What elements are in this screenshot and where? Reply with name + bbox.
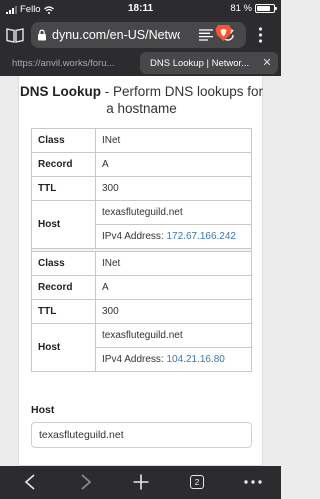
forward-button[interactable]: [76, 473, 96, 491]
value-cell: 300: [95, 299, 252, 324]
key-cell: Class: [31, 128, 96, 153]
value-cell: A: [95, 275, 252, 300]
address-field[interactable]: dynu.com/en-US/Netwo: [31, 22, 246, 48]
key-cell: TTL: [31, 299, 96, 324]
table-row: Host texasfluteguild.net: [31, 200, 252, 249]
key-cell: Host: [31, 200, 96, 249]
table-row: Record A: [31, 152, 252, 177]
forward-icon: [81, 474, 92, 490]
tabs-button[interactable]: 2: [187, 473, 207, 491]
more-horizontal-icon: [244, 480, 262, 484]
table-row: Record A: [31, 275, 252, 300]
url-bar: dynu.com/en-US/Netwo: [0, 20, 281, 50]
battery-icon: [255, 4, 277, 13]
tab-strip: https://anvil.works/foru... DNS Lookup |…: [0, 50, 281, 76]
host-input[interactable]: texasfluteguild.net: [31, 422, 252, 448]
key-cell: Host: [31, 323, 96, 372]
table-row: Class INet: [31, 251, 252, 276]
key-cell: Class: [31, 251, 96, 276]
tab-label: DNS Lookup | Networ...: [150, 57, 250, 69]
value-cell: A: [95, 152, 252, 177]
page-content: DNS Lookup - Perform DNS lookups for a h…: [18, 76, 263, 466]
page-title-rest: - Perform DNS lookups for a hostname: [100, 84, 264, 116]
page-title-bold: DNS Lookup: [19, 84, 101, 99]
table-row: Host texasfluteguild.net: [31, 323, 252, 372]
value-cell: INet: [95, 251, 252, 276]
back-button[interactable]: [20, 473, 40, 491]
back-icon: [24, 474, 35, 490]
value-cell: texasfluteguild.net: [95, 200, 252, 225]
ip-prefix: IPv4 Address:: [102, 354, 167, 365]
status-right: 81 %: [230, 3, 277, 14]
key-cell: Record: [31, 275, 96, 300]
battery-percent: 81 %: [230, 3, 252, 14]
value-cell: INet: [95, 128, 252, 153]
menu-button[interactable]: [243, 473, 263, 491]
ip-cell: IPv4 Address: 104.21.16.80: [95, 347, 252, 372]
url-text: dynu.com/en-US/Netwo: [52, 28, 180, 42]
ip-address: 104.21.16.80: [166, 354, 225, 365]
host-field-label: Host: [31, 404, 55, 416]
new-tab-button[interactable]: [131, 473, 151, 491]
plus-icon: [133, 474, 149, 490]
table-row: TTL 300: [31, 176, 252, 201]
status-bar: Fello 18:11 81 %: [0, 0, 281, 20]
value-cell: texasfluteguild.net: [95, 323, 252, 348]
ip-cell: IPv4 Address: 172.67.166.242: [95, 224, 252, 249]
bookmarks-icon[interactable]: [6, 27, 24, 43]
close-tab-icon[interactable]: ✕: [262, 57, 272, 69]
ip-prefix: IPv4 Address:: [102, 231, 167, 242]
tab-dns-lookup[interactable]: DNS Lookup | Networ... ✕: [140, 52, 278, 74]
table-row: TTL 300: [31, 299, 252, 324]
dns-results-table: Class INet Record A TTL 300 Host texasfluteg…: [31, 128, 252, 372]
ip-address: 172.67.166.242: [166, 231, 236, 242]
brave-shields-icon[interactable]: [215, 24, 232, 42]
lock-icon: [38, 29, 46, 41]
reader-mode-icon[interactable]: [199, 29, 213, 41]
tab-anvil[interactable]: https://anvil.works/foru...: [2, 52, 138, 74]
bottom-toolbar: 2: [0, 466, 281, 499]
tab-label: https://anvil.works/foru...: [12, 57, 115, 69]
page-title: DNS Lookup - Perform DNS lookups for a h…: [19, 83, 264, 117]
key-cell: TTL: [31, 176, 96, 201]
table-row: Class INet: [31, 128, 252, 153]
more-menu-icon[interactable]: [258, 27, 263, 43]
value-cell: 300: [95, 176, 252, 201]
key-cell: Record: [31, 152, 96, 177]
tabs-count: 2: [190, 475, 204, 489]
